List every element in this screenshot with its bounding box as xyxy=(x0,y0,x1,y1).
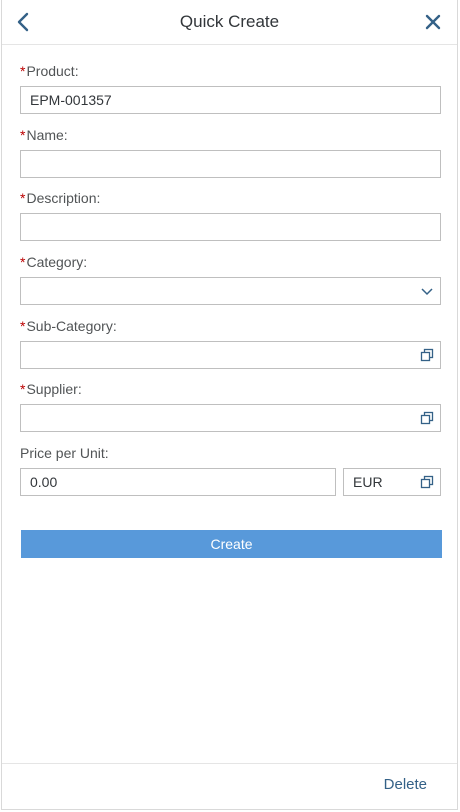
supplier-input[interactable] xyxy=(20,404,441,432)
chevron-down-icon[interactable] xyxy=(418,282,436,300)
required-marker: * xyxy=(20,381,26,397)
dialog-title: Quick Create xyxy=(179,12,280,31)
description-field: *Description: xyxy=(20,189,442,241)
required-marker: * xyxy=(20,127,26,143)
delete-button[interactable]: Delete xyxy=(384,776,427,793)
product-label: *Product: xyxy=(20,63,79,79)
description-input[interactable] xyxy=(20,213,441,241)
required-marker: * xyxy=(20,254,26,270)
product-field: *Product: EPM-001357 xyxy=(20,62,442,114)
name-label: *Name: xyxy=(20,127,68,143)
description-label: *Description: xyxy=(20,190,101,206)
quick-create-dialog: Quick Create *Product: EPM-001357 *Name:… xyxy=(1,0,458,810)
dialog-header: Quick Create xyxy=(2,0,457,45)
dialog-footer: Delete xyxy=(2,763,457,809)
price-row: 0.00 EUR xyxy=(20,468,442,496)
sub-category-field: *Sub-Category: xyxy=(20,317,442,369)
required-marker: * xyxy=(20,318,26,334)
category-field: *Category: xyxy=(20,253,442,305)
price-label: Price per Unit: xyxy=(20,445,109,461)
sub-category-label: *Sub-Category: xyxy=(20,318,117,334)
currency-input[interactable]: EUR xyxy=(343,468,441,496)
value-help-icon[interactable] xyxy=(418,409,436,427)
required-marker: * xyxy=(20,63,26,79)
product-input[interactable]: EPM-001357 xyxy=(20,86,441,114)
sub-category-input[interactable] xyxy=(20,341,441,369)
name-input[interactable] xyxy=(20,150,441,178)
currency-value: EUR xyxy=(353,474,383,490)
create-button[interactable]: Create xyxy=(21,530,442,558)
value-help-icon[interactable] xyxy=(418,346,436,364)
price-amount-input[interactable]: 0.00 xyxy=(20,468,336,496)
required-marker: * xyxy=(20,190,26,206)
supplier-field: *Supplier: xyxy=(20,380,442,432)
close-button[interactable] xyxy=(417,6,449,38)
price-field: Price per Unit: 0.00 EUR xyxy=(20,444,442,496)
name-field: *Name: xyxy=(20,126,442,178)
category-select[interactable] xyxy=(20,277,441,305)
value-help-icon[interactable] xyxy=(418,473,436,491)
category-label: *Category: xyxy=(20,254,88,270)
supplier-label: *Supplier: xyxy=(20,381,82,397)
close-icon xyxy=(425,14,441,30)
